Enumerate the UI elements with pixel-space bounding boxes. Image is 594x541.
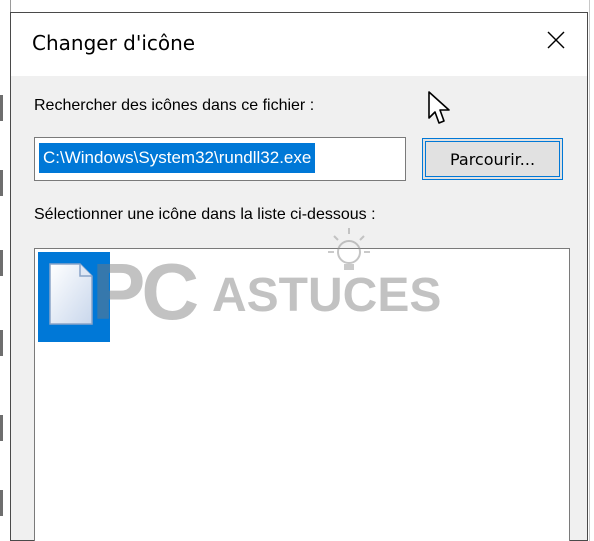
window-edge-mark — [0, 490, 3, 516]
window-edge-mark — [0, 170, 3, 196]
dialog-title: Changer d'icône — [32, 31, 196, 55]
file-path-text: C:\Windows\System32\rundll32.exe — [39, 143, 316, 173]
change-icon-dialog: Changer d'icône Rechercher des icônes da… — [10, 12, 588, 541]
window-edge-mark — [0, 415, 3, 441]
screen: Changer d'icône Rechercher des icônes da… — [0, 0, 594, 541]
close-button[interactable] — [525, 13, 587, 67]
search-file-label: Rechercher des icônes dans ce fichier : — [34, 97, 315, 114]
window-edge-mark — [0, 95, 3, 121]
blank-document-icon — [49, 263, 93, 325]
window-edge-mark — [0, 330, 3, 356]
icon-list[interactable] — [34, 248, 570, 541]
icon-list-item[interactable] — [38, 252, 110, 342]
title-bar: Changer d'icône — [11, 13, 587, 76]
mouse-pointer-icon — [428, 91, 450, 124]
browse-button[interactable]: Parcourir... — [422, 138, 563, 180]
file-path-input[interactable]: C:\Windows\System32\rundll32.exe — [34, 137, 406, 181]
background-window-edge-right — [589, 0, 594, 541]
window-edge-mark — [0, 250, 3, 276]
select-icon-label: Sélectionner une icône dans la liste ci-… — [34, 206, 376, 223]
browse-button-label: Parcourir... — [449, 149, 536, 169]
close-icon — [547, 31, 565, 49]
dialog-content: Rechercher des icônes dans ce fichier : … — [11, 76, 587, 541]
